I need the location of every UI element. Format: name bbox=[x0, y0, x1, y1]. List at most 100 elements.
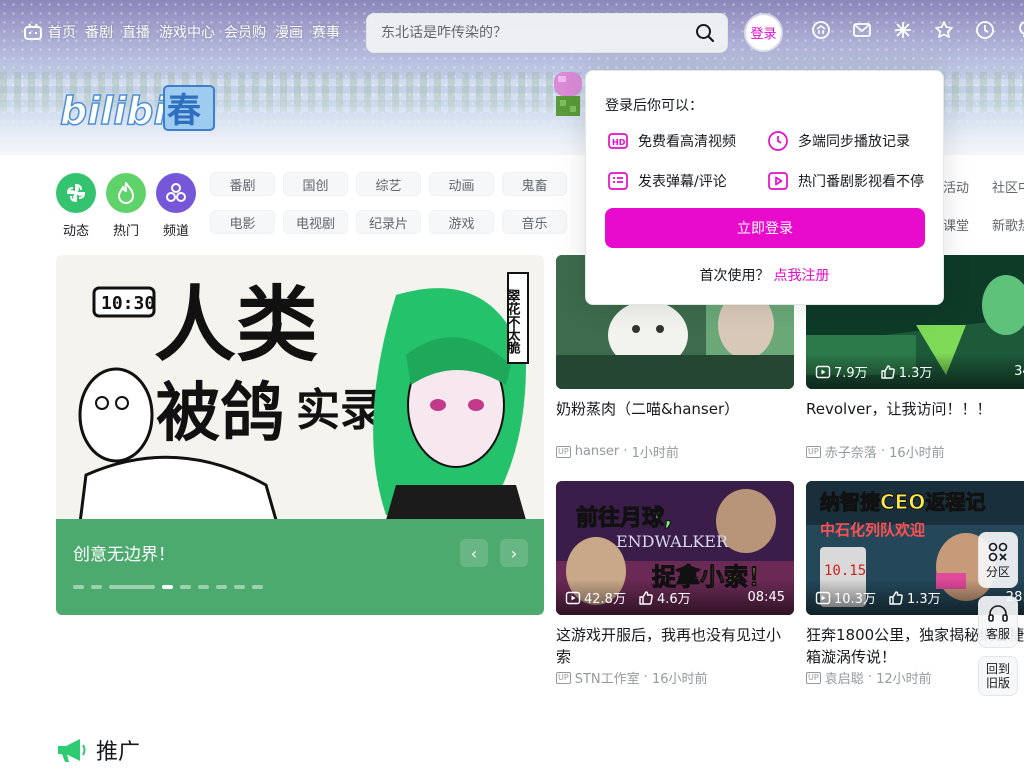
channel-tag-documentary[interactable]: 纪录片 bbox=[356, 210, 421, 234]
play-count-icon bbox=[815, 591, 831, 604]
video-author[interactable]: hanser bbox=[575, 444, 620, 459]
channel-tag-game[interactable]: 游戏 bbox=[429, 210, 494, 234]
nav-esports[interactable]: 赛事 bbox=[312, 22, 340, 42]
side-tool-categories[interactable]: 分区 bbox=[978, 532, 1018, 588]
side-tool-old-version-label: 回到旧版 bbox=[985, 662, 1010, 690]
carousel-prev-button[interactable]: ‹ bbox=[460, 539, 488, 567]
video-time: 16小时前 bbox=[652, 672, 708, 687]
login-avatar-button[interactable]: 登录 bbox=[746, 15, 781, 50]
video-likes: 4.6万 bbox=[656, 592, 691, 607]
history-clock-icon[interactable] bbox=[964, 20, 1005, 44]
carousel-dot[interactable] bbox=[109, 585, 155, 589]
side-tool-support[interactable]: 客服 bbox=[978, 596, 1018, 648]
carousel-author-tag: 翠花不太脆 bbox=[505, 289, 522, 355]
channel-tag-tv[interactable]: 电视剧 bbox=[283, 210, 348, 234]
video-title[interactable]: 奶粉蒸肉（二喵&hanser） bbox=[556, 398, 794, 442]
channel-link-activity[interactable]: 活动 bbox=[943, 177, 969, 196]
channel-tag-kichiku[interactable]: 鬼畜 bbox=[502, 172, 567, 196]
channel-tag-music[interactable]: 音乐 bbox=[502, 210, 567, 234]
channel-tag-anime[interactable]: 番剧 bbox=[210, 172, 275, 196]
play-count-icon bbox=[815, 365, 831, 378]
channel-link-new-songs[interactable]: 新歌热 bbox=[992, 215, 1024, 234]
login-now-button[interactable]: 立即登录 bbox=[605, 208, 925, 248]
carousel-dot-active[interactable] bbox=[162, 585, 173, 589]
channel-dots-icon bbox=[156, 173, 196, 213]
nav-game-center[interactable]: 游戏中心 bbox=[159, 22, 215, 42]
megaphone-icon bbox=[58, 739, 86, 762]
popover-title: 登录后你可以： bbox=[605, 98, 703, 114]
register-prompt-text: 首次使用？ bbox=[699, 268, 770, 284]
bilibili-home: bilibili 春 首页 番剧 直播 游戏中心 会员购 漫画 赛事 东北话是咋… bbox=[0, 0, 1024, 768]
channel-tag-movie[interactable]: 电影 bbox=[210, 210, 275, 234]
thumb-text-1: 前往月球, bbox=[576, 505, 672, 531]
up-badge-icon: UP bbox=[806, 445, 821, 458]
channel-icons: 动态 热门 频道 bbox=[56, 173, 196, 239]
popover-feature-danmaku: 发表弹幕/评论 bbox=[607, 170, 727, 192]
video-thumbnail[interactable]: 前往月球, ENDWALKER 捉拿小索！ 42.8万 4.6万 08:45 bbox=[556, 481, 794, 615]
video-author[interactable]: STN工作室 bbox=[575, 668, 640, 687]
up-badge-icon: UP bbox=[806, 671, 821, 684]
popover-feature-sync-label: 多端同步播放记录 bbox=[798, 134, 910, 150]
carousel-next-button[interactable]: › bbox=[500, 539, 528, 567]
video-stats: 42.8万 4.6万 08:45 bbox=[565, 588, 785, 607]
carousel-dot[interactable] bbox=[73, 585, 84, 589]
channel-hot[interactable]: 热门 bbox=[106, 173, 146, 239]
popover-feature-danmaku-label: 发表弹幕/评论 bbox=[638, 174, 727, 190]
channel-tag-variety[interactable]: 综艺 bbox=[356, 172, 421, 196]
popover-feature-hd: HD 免费看高清视频 bbox=[607, 130, 736, 152]
carousel-dots bbox=[73, 585, 263, 589]
nav-manga[interactable]: 漫画 bbox=[275, 22, 303, 42]
svg-text:春: 春 bbox=[167, 91, 201, 131]
nav-member-shop[interactable]: 会员购 bbox=[224, 22, 266, 42]
popover-feature-hd-label: 免费看高清视频 bbox=[638, 134, 736, 150]
dynamic-icon[interactable] bbox=[882, 20, 923, 44]
channel-channels-label: 频道 bbox=[162, 224, 189, 239]
register-link[interactable]: 点我注册 bbox=[774, 268, 830, 284]
video-meta: UP hanser · 1小时前 bbox=[556, 444, 679, 461]
play-icon bbox=[768, 172, 788, 190]
video-title[interactable]: Revolver，让我访问！！！ bbox=[806, 398, 1024, 442]
vip-icon[interactable] bbox=[800, 20, 841, 44]
grid-icon bbox=[988, 542, 1008, 561]
bilibili-logo[interactable]: bilibili 春 bbox=[58, 80, 218, 136]
favorites-star-icon[interactable] bbox=[923, 20, 964, 44]
nav-home-label: 首页 bbox=[48, 25, 76, 41]
carousel-clock-text: 10:30 bbox=[101, 293, 155, 314]
play-count-icon bbox=[565, 591, 581, 604]
creation-bulb-icon[interactable] bbox=[1005, 20, 1024, 44]
search-input[interactable] bbox=[381, 25, 681, 41]
channel-link-classroom[interactable]: 课堂 bbox=[943, 215, 969, 234]
nav-live[interactable]: 直播 bbox=[122, 22, 150, 42]
chevron-right-icon: › bbox=[510, 543, 518, 563]
chevron-left-icon: ‹ bbox=[470, 543, 478, 563]
nav-anime[interactable]: 番剧 bbox=[85, 22, 113, 42]
header-right-icons bbox=[800, 20, 1024, 44]
carousel-dot[interactable] bbox=[234, 585, 245, 589]
register-prompt: 首次使用？ 点我注册 bbox=[586, 265, 943, 285]
carousel-dot[interactable] bbox=[252, 585, 263, 589]
nav-home[interactable]: 首页 bbox=[24, 22, 76, 42]
hero-carousel[interactable]: 10:30 人类 被鸽 实录 翠花不太脆 创意无边界！ ‹ › bbox=[56, 255, 544, 615]
video-card[interactable]: 前往月球, ENDWALKER 捉拿小索！ 42.8万 4.6万 08:45 这… bbox=[556, 481, 794, 687]
side-tool-old-version[interactable]: 回到旧版 bbox=[978, 656, 1018, 696]
search-icon[interactable] bbox=[695, 23, 715, 43]
like-icon bbox=[889, 590, 903, 605]
video-author[interactable]: 袁启聪 bbox=[825, 668, 864, 687]
carousel-dot[interactable] bbox=[198, 585, 209, 589]
channel-tag-guochuang[interactable]: 国创 bbox=[283, 172, 348, 196]
video-time: 1小时前 bbox=[631, 446, 679, 461]
carousel-dot[interactable] bbox=[216, 585, 227, 589]
promo-section-header: 推广 bbox=[56, 734, 140, 766]
video-author[interactable]: 赤子奈落 bbox=[825, 442, 877, 461]
thumb-text-2: ENDWALKER bbox=[616, 532, 729, 551]
carousel-caption: 创意无边界！ bbox=[73, 545, 175, 565]
message-icon[interactable] bbox=[841, 20, 882, 44]
video-title[interactable]: 这游戏开服后，我再也没有见过小索 bbox=[556, 624, 794, 668]
channel-tag-animation[interactable]: 动画 bbox=[429, 172, 494, 196]
carousel-dot[interactable] bbox=[180, 585, 191, 589]
channel-dynamic[interactable]: 动态 bbox=[56, 173, 96, 239]
carousel-dot[interactable] bbox=[91, 585, 102, 589]
channel-link-community[interactable]: 社区中 bbox=[992, 177, 1024, 196]
bilibili-tv-icon bbox=[24, 23, 42, 40]
channel-channels[interactable]: 频道 bbox=[156, 173, 196, 239]
